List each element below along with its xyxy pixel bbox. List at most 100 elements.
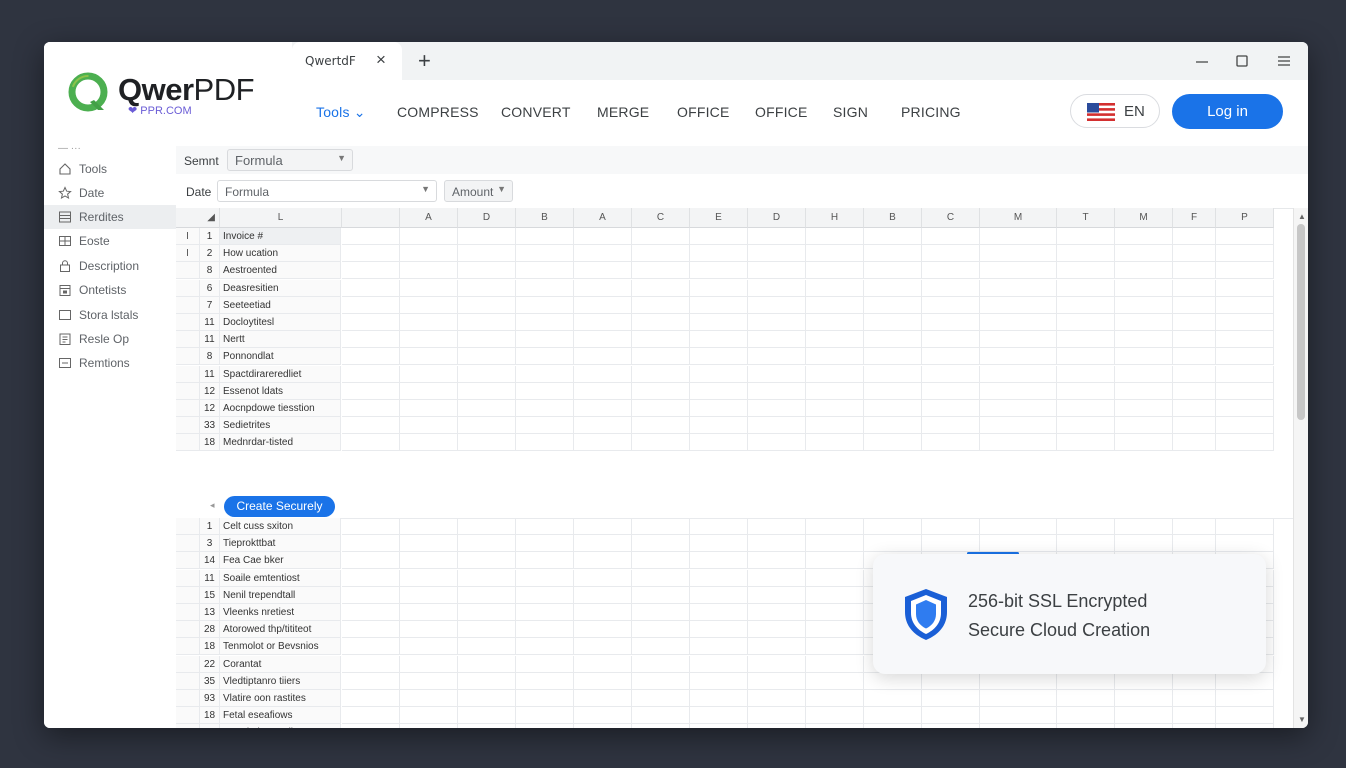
grid-cell[interactable] [1173,434,1216,452]
grid-cell[interactable] [690,707,748,725]
grid-cell[interactable] [748,655,806,673]
grid-cell[interactable] [516,228,574,245]
collapse-icon[interactable]: ◂ [210,500,215,511]
row-label-cell[interactable]: Nenil trependtall [220,586,341,604]
nav-sign[interactable]: SIGN [833,104,868,120]
grid-cell[interactable] [806,655,864,673]
column-header[interactable]: D [748,208,806,228]
grid-cell[interactable] [342,400,400,417]
grid-cell[interactable] [806,518,864,535]
grid-cell[interactable] [690,245,748,263]
maximize-icon[interactable] [1230,50,1254,72]
nav-pricing[interactable]: PRICING [901,104,961,120]
grid-cell[interactable] [1173,672,1216,690]
grid-cell[interactable] [1216,228,1274,245]
grid-cell[interactable] [632,655,690,673]
grid-cell[interactable] [342,228,400,245]
sidebar-item-remtions[interactable]: Remtions [44,351,176,375]
grid-cell[interactable] [574,314,632,331]
grid-cell[interactable] [748,382,806,400]
grid-cell[interactable] [806,690,864,707]
grid-cell[interactable] [342,604,400,621]
row-label-cell[interactable]: Deasresitien [220,279,341,297]
grid-cell[interactable] [690,314,748,331]
grid-cell[interactable] [458,604,516,621]
nav-office-2[interactable]: OFFICE [755,104,808,120]
grid-cell[interactable] [690,382,748,400]
grid-cell[interactable] [632,279,690,297]
grid-cell[interactable] [864,672,922,690]
grid-cell[interactable] [632,690,690,707]
grid-cell[interactable] [922,690,980,707]
grid-cell[interactable] [342,296,400,314]
grid-cell[interactable] [1216,672,1274,690]
grid-cell[interactable] [574,382,632,400]
grid-cell[interactable] [922,417,980,435]
grid-cell[interactable] [632,638,690,656]
grid-cell[interactable] [1057,724,1115,728]
grid-cell[interactable] [980,535,1057,553]
row-number[interactable]: 14 [200,552,220,570]
grid-cell[interactable] [1173,245,1216,263]
row-marker[interactable] [176,348,200,366]
grid-cell[interactable] [574,707,632,725]
grid-cell[interactable] [574,417,632,435]
column-header-l[interactable]: L [220,208,342,228]
grid-cell[interactable] [400,382,458,400]
grid-cell[interactable] [400,586,458,604]
column-header[interactable]: D [458,208,516,228]
row-label-cell[interactable]: Soaile emtentiost [220,569,341,587]
grid-cell[interactable] [1173,518,1216,535]
grid-cell[interactable] [1057,690,1115,707]
grid-cell[interactable] [458,382,516,400]
nav-office[interactable]: OFFICE [677,104,730,120]
grid-cell[interactable] [1216,518,1274,535]
grid-cell[interactable] [342,535,400,553]
grid-cell[interactable] [864,296,922,314]
grid-cell[interactable] [400,279,458,297]
menu-icon[interactable] [1272,50,1296,72]
grid-cell[interactable] [632,707,690,725]
grid-cell[interactable] [400,535,458,553]
grid-cell[interactable] [980,382,1057,400]
grid-cell[interactable] [458,672,516,690]
grid-cell[interactable] [748,707,806,725]
row-marker[interactable] [176,724,200,728]
grid-cell[interactable] [342,417,400,435]
grid-cell[interactable] [400,604,458,621]
grid-cell[interactable] [574,400,632,417]
grid-cell[interactable] [516,586,574,604]
grid-cell[interactable] [516,707,574,725]
scroll-down-icon[interactable]: ▼ [1298,715,1306,724]
grid-cell[interactable] [400,672,458,690]
grid-cell[interactable] [806,331,864,349]
grid-cell[interactable] [342,655,400,673]
grid-cell[interactable] [806,586,864,604]
grid-cell[interactable] [458,724,516,728]
grid-cell[interactable] [690,296,748,314]
grid-cell[interactable] [574,348,632,366]
grid-cell[interactable] [400,262,458,280]
grid-cell[interactable] [748,417,806,435]
logo-wordmark[interactable]: QwerPDF [118,72,255,108]
sidebar-item-ontetists[interactable]: Ontetists [44,278,176,302]
grid-cell[interactable] [690,569,748,587]
formula-select[interactable]: Formula ▼ [227,149,353,171]
grid-cell[interactable] [922,245,980,263]
row-label-cell[interactable]: Corantat [220,655,341,673]
grid-cell[interactable] [1057,331,1115,349]
grid-cell[interactable] [690,672,748,690]
grid-cell[interactable] [1057,262,1115,280]
grid-cell[interactable] [1057,314,1115,331]
grid-cell[interactable] [400,569,458,587]
row-marker[interactable] [176,417,200,435]
grid-cell[interactable] [516,724,574,728]
grid-cell[interactable] [748,228,806,245]
grid-cell[interactable] [574,331,632,349]
grid-cell[interactable] [980,279,1057,297]
grid-cell[interactable] [632,552,690,570]
grid-cell[interactable] [458,314,516,331]
grid-cell[interactable] [342,707,400,725]
grid-cell[interactable] [632,586,690,604]
grid-cell[interactable] [864,518,922,535]
